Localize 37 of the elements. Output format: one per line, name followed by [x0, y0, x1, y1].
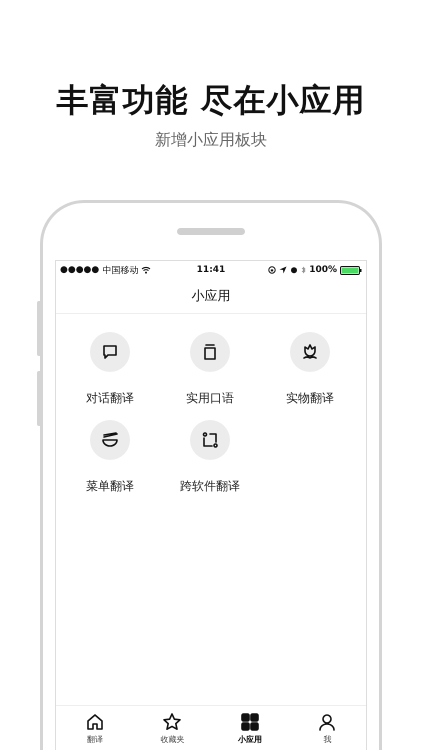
app-label: 实物翻译 [286, 390, 334, 406]
user-icon [317, 712, 338, 732]
app-icon-button[interactable] [90, 420, 130, 460]
status-time: 11:41 [196, 265, 226, 275]
tab-bar-item[interactable]: 我 [288, 706, 366, 750]
wifi-icon [141, 266, 152, 274]
grid-icon [240, 712, 260, 732]
noodle-bowl-icon [101, 431, 119, 449]
tab-bar-item[interactable]: 小应用 [211, 706, 288, 750]
location-arrow-icon [279, 266, 288, 274]
tab-bar-item[interactable]: 翻译 [56, 706, 134, 750]
home-icon [84, 712, 105, 732]
battery-percent: 100% [309, 265, 337, 275]
app-icon-button[interactable] [290, 332, 330, 372]
phone-speaker [177, 228, 245, 235]
card-icon [201, 343, 219, 361]
bluetooth-icon [301, 266, 306, 274]
carrier-name: 中国移动 [102, 264, 138, 276]
app-icon-button[interactable] [90, 332, 130, 372]
app-label: 实用口语 [186, 390, 234, 406]
alarm-icon [290, 266, 298, 274]
crop-frame-icon [201, 431, 219, 449]
headline: 丰富功能 尽在小应用 [56, 80, 366, 121]
app-icon-button[interactable] [190, 420, 230, 460]
rotation-lock-icon [268, 266, 276, 274]
star-icon [162, 712, 182, 732]
signal-dots: ●●●●● [60, 265, 100, 275]
app-label: 对话翻译 [86, 390, 134, 406]
app-label: 跨软件翻译 [180, 478, 240, 494]
subtitle: 新增小应用板块 [155, 129, 267, 151]
nav-title: 小应用 [56, 279, 366, 314]
chat-bubble-icon [101, 343, 119, 361]
flower-icon [301, 343, 319, 361]
app-icon-button[interactable] [190, 332, 230, 372]
app-label: 菜单翻译 [86, 478, 134, 494]
battery-icon [340, 266, 362, 274]
tab-bar-item[interactable]: 收藏夹 [134, 706, 211, 750]
